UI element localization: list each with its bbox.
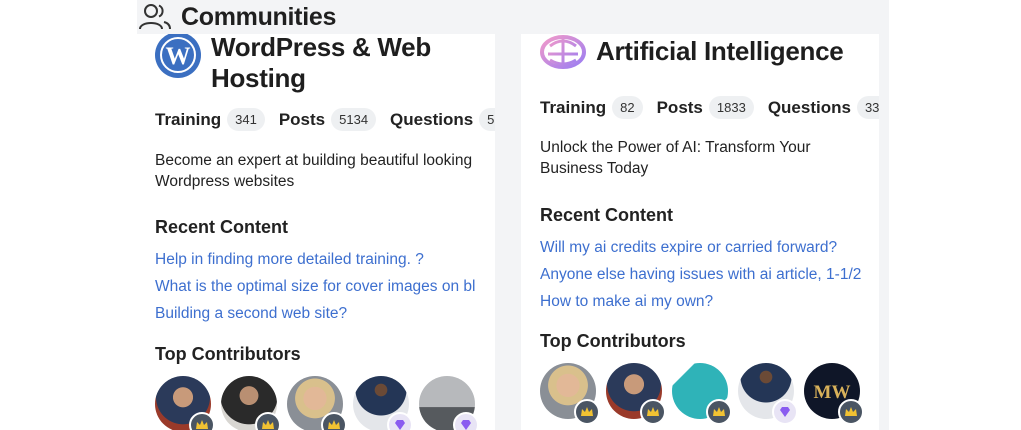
crown-icon	[255, 412, 281, 430]
avatar[interactable]	[672, 363, 732, 425]
diamond-icon	[772, 399, 798, 425]
stat-label-training: Training	[540, 97, 607, 117]
recent-content-heading: Recent Content	[155, 217, 289, 237]
avatar[interactable]	[155, 376, 215, 430]
community-name[interactable]: Artificial Intelligence	[596, 34, 844, 68]
recent-content-heading: Recent Content	[540, 205, 674, 225]
stat-count-questions: 5743	[479, 108, 495, 131]
users-icon	[137, 2, 173, 32]
diamond-icon	[453, 412, 479, 430]
avatar-mw-logo[interactable]: MW	[804, 363, 864, 425]
stat-label-questions: Questions	[767, 97, 851, 117]
stat-label-questions: Questions	[390, 109, 474, 129]
recent-content-list: Help in finding more detailed training. …	[155, 249, 475, 330]
avatar[interactable]	[738, 363, 798, 425]
crown-icon	[706, 399, 732, 425]
recent-content-link[interactable]: Will my ai credits expire or carried for…	[540, 237, 870, 264]
stat-label-posts: Posts	[278, 109, 326, 129]
avatar[interactable]	[353, 376, 413, 430]
community-header: W WordPress & Web Hosting	[155, 34, 471, 94]
stat-count-posts: 5134	[331, 108, 377, 131]
avatar[interactable]	[287, 376, 347, 430]
stat-label-posts: Posts	[656, 97, 703, 117]
recent-content-link[interactable]: Anyone else having issues with ai articl…	[540, 264, 870, 291]
community-description: Become an expert at building beautiful l…	[155, 152, 473, 190]
top-contributors-list	[155, 376, 479, 430]
diamond-icon	[387, 412, 413, 430]
avatar[interactable]	[419, 376, 479, 430]
community-name[interactable]: WordPress & Web Hosting	[211, 34, 471, 94]
avatar[interactable]	[606, 363, 666, 425]
crown-icon	[640, 399, 666, 425]
recent-content-link[interactable]: Help in finding more detailed training. …	[155, 249, 475, 276]
recent-content-link[interactable]: How to make ai my own?	[540, 291, 870, 318]
stat-count-training: 341	[227, 108, 265, 131]
community-header: Artificial Intelligence	[540, 34, 844, 74]
crown-icon	[574, 399, 600, 425]
crown-icon	[189, 412, 215, 430]
stat-count-questions: 331	[856, 96, 879, 119]
community-description: Unlock the Power of AI: Transform Your B…	[540, 139, 811, 177]
stat-count-posts: 1833	[708, 96, 754, 119]
top-contributors-heading: Top Contributors	[155, 344, 301, 364]
top-contributors-heading: Top Contributors	[540, 331, 686, 351]
community-stats: Training 341 Posts 5134 Questions 5743	[155, 108, 495, 131]
stat-count-training: 82	[612, 96, 643, 119]
community-card-wordpress[interactable]: W WordPress & Web Hosting Training 341 P…	[137, 34, 495, 430]
community-stats: Training 82 Posts 1833 Questions 331	[540, 96, 879, 119]
crown-icon	[838, 399, 864, 425]
crown-icon	[321, 412, 347, 430]
stat-label-training: Training	[155, 109, 222, 129]
svg-text:W: W	[166, 43, 191, 70]
recent-content-link[interactable]: Building a second web site?	[155, 303, 475, 330]
top-contributors-list: MW	[540, 363, 864, 425]
avatar[interactable]	[540, 363, 600, 425]
community-card-ai[interactable]: Artificial Intelligence Training 82 Post…	[521, 34, 879, 430]
recent-content-link[interactable]: What is the optimal size for cover image…	[155, 276, 475, 303]
page-title: Communities	[181, 2, 337, 31]
avatar[interactable]	[221, 376, 281, 430]
ai-brain-icon	[540, 34, 586, 74]
communities-header: Communities	[137, 0, 336, 34]
wordpress-logo-icon: W	[155, 34, 201, 78]
recent-content-list: Will my ai credits expire or carried for…	[540, 237, 870, 318]
